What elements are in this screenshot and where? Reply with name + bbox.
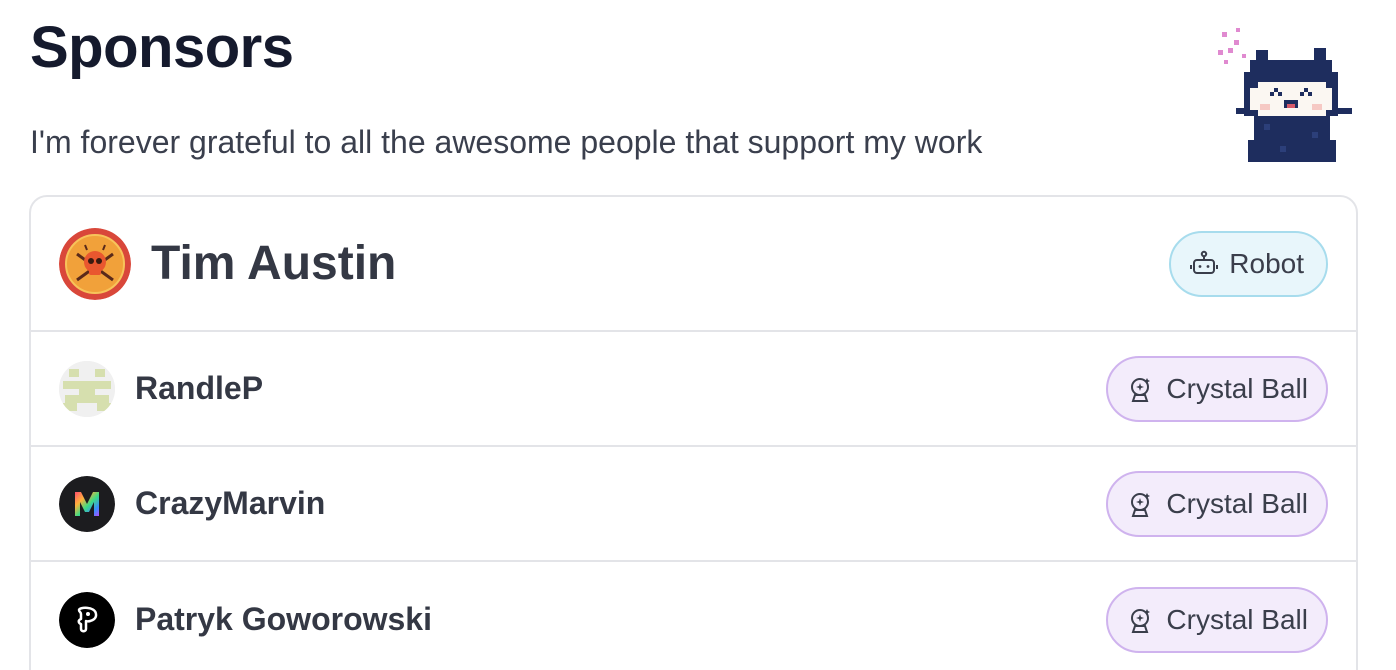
tier-label: Robot	[1229, 247, 1304, 279]
crystal-ball-icon	[1131, 608, 1151, 633]
tier-badge-crystal-ball: Crystal Ball	[1106, 470, 1328, 537]
sponsors-list: Tim Austin Robot RandleP Crystal Ball Cr…	[29, 195, 1358, 670]
p-logo-avatar	[59, 591, 115, 648]
sponsor-row[interactable]: CrazyMarvin Crystal Ball	[31, 447, 1356, 562]
page-subtitle: I'm forever grateful to all the awesome …	[30, 124, 983, 160]
sponsor-name[interactable]: Tim Austin	[151, 236, 1169, 291]
page-title: Sponsors	[30, 15, 294, 80]
tier-badge-crystal-ball: Crystal Ball	[1106, 586, 1328, 653]
tier-badge-crystal-ball: Crystal Ball	[1106, 355, 1328, 422]
sponsor-name[interactable]: CrazyMarvin	[135, 485, 1106, 522]
identicon-avatar	[59, 360, 115, 417]
crystal-ball-icon	[1131, 492, 1151, 517]
skull-crossbones-avatar	[59, 227, 131, 300]
tier-label: Crystal Ball	[1166, 603, 1308, 635]
sponsor-row[interactable]: Tim Austin Robot	[31, 197, 1356, 332]
tier-label: Crystal Ball	[1166, 372, 1308, 404]
sponsor-row[interactable]: Patryk Goworowski Crystal Ball	[31, 562, 1356, 670]
pixel-cat-mascot-icon	[1218, 28, 1352, 162]
sponsor-name[interactable]: RandleP	[135, 370, 1106, 407]
sponsors-page: Sponsors I'm forever grateful to all the…	[0, 0, 1396, 670]
robot-icon	[1190, 250, 1219, 274]
rainbow-m-avatar	[59, 475, 115, 532]
tier-badge-robot: Robot	[1169, 230, 1328, 297]
sponsor-row[interactable]: RandleP Crystal Ball	[31, 332, 1356, 447]
sponsor-name[interactable]: Patryk Goworowski	[135, 601, 1106, 638]
tier-label: Crystal Ball	[1166, 487, 1308, 519]
crystal-ball-icon	[1131, 377, 1151, 402]
